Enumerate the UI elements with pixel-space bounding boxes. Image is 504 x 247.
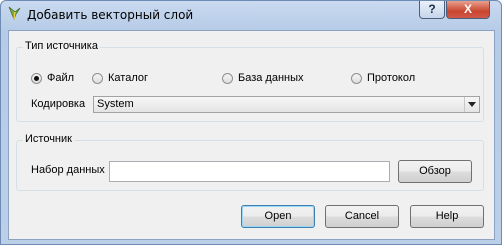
chevron-down-icon[interactable] <box>464 97 479 112</box>
source-type-group-title: Тип источника <box>23 40 100 52</box>
cancel-button[interactable]: Cancel <box>325 205 399 228</box>
radio-button-checked[interactable] <box>31 72 42 84</box>
title-close-button[interactable]: X <box>446 1 490 19</box>
radio-directory-label: Каталог <box>108 72 148 84</box>
source-type-group: Тип источника Файл Каталог База данных П… <box>16 40 484 122</box>
radio-database[interactable]: База данных <box>222 72 304 84</box>
source-group: Источник Набор данных Обзор <box>16 133 484 191</box>
encoding-value: System <box>97 98 134 110</box>
cancel-button-label: Cancel <box>344 210 380 222</box>
radio-file[interactable]: Файл <box>31 72 74 84</box>
close-icon: X <box>463 2 472 16</box>
encoding-label: Кодировка <box>31 98 86 110</box>
radio-database-label: База данных <box>238 72 304 84</box>
title-help-button[interactable]: ? <box>419 1 445 19</box>
dataset-input[interactable] <box>109 161 390 182</box>
window-title: Добавить векторный слой <box>27 8 194 22</box>
open-button[interactable]: Open <box>241 205 315 228</box>
dataset-label: Набор данных <box>31 164 105 176</box>
help-button-label: Help <box>435 210 459 222</box>
encoding-select[interactable]: System <box>93 96 480 113</box>
radio-file-label: Файл <box>47 72 75 84</box>
question-icon: ? <box>428 2 436 16</box>
source-group-title: Источник <box>23 133 74 145</box>
qgis-icon <box>8 6 21 21</box>
radio-button[interactable] <box>222 72 233 84</box>
radio-protocol-label: Протокол <box>367 72 416 84</box>
dialog-window: Добавить векторный слой ? X Тип источник… <box>0 0 502 245</box>
radio-directory[interactable]: Каталог <box>92 72 148 84</box>
dialog-body: Тип источника Файл Каталог База данных П… <box>8 30 495 240</box>
browse-button[interactable]: Обзор <box>398 160 472 183</box>
radio-button[interactable] <box>92 72 103 84</box>
radio-protocol[interactable]: Протокол <box>351 72 415 84</box>
title-bar[interactable]: Добавить векторный слой ? X <box>1 1 501 29</box>
radio-button[interactable] <box>351 72 362 84</box>
open-button-label: Open <box>264 210 292 222</box>
browse-button-label: Обзор <box>419 165 451 177</box>
help-button[interactable]: Help <box>410 205 484 228</box>
